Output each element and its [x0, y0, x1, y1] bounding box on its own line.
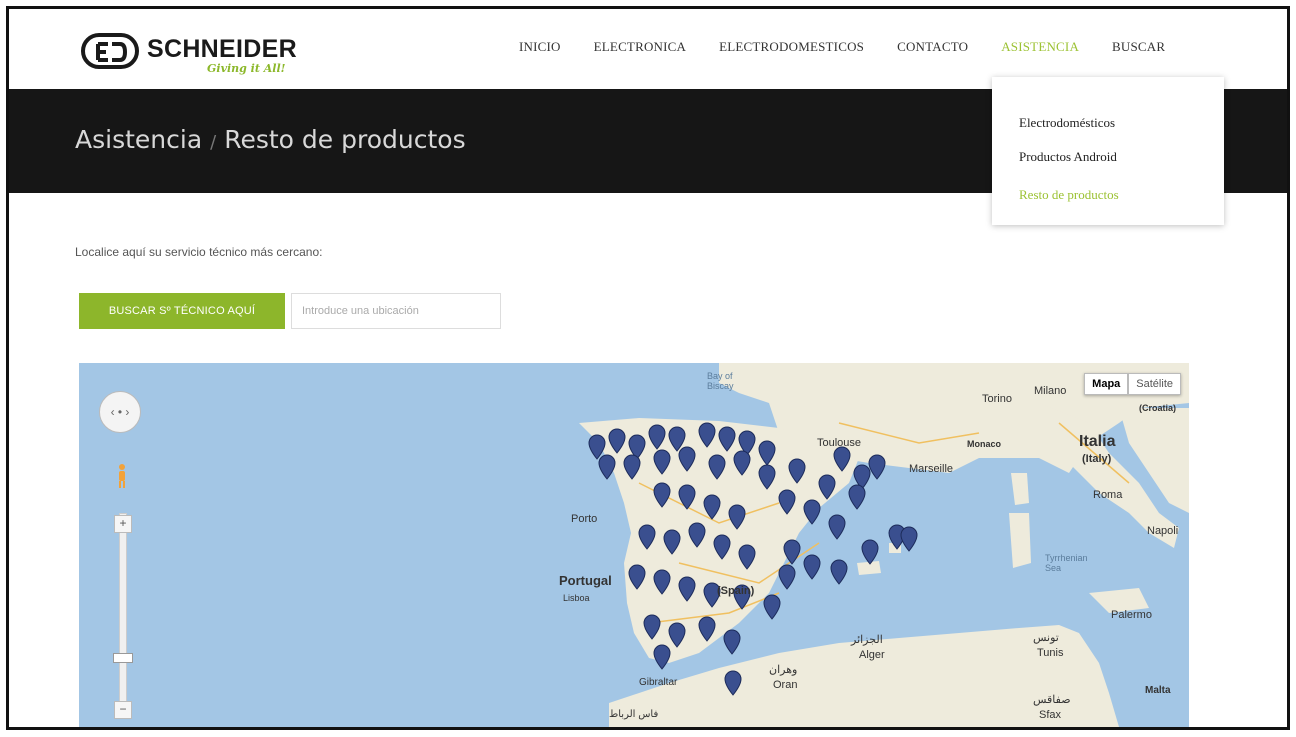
zoom-in-button[interactable]: + — [114, 515, 132, 533]
breadcrumb: Asistencia / Resto de productos — [75, 125, 466, 154]
nav-contacto[interactable]: CONTACTO — [897, 39, 968, 55]
nav-buscar[interactable]: BUSCAR — [1112, 39, 1165, 55]
map-label-porto: Porto — [571, 513, 598, 525]
map-label-milano: Milano — [1034, 385, 1067, 397]
search-technician-button[interactable]: BUSCAR Sº TÉCNICO AQUÍ — [79, 293, 285, 329]
map-label-portugal: Portugal — [559, 573, 612, 588]
dropdown-item-electrodomesticos[interactable]: Electrodomésticos — [1019, 115, 1115, 131]
map-label-sfax: Sfax — [1039, 709, 1062, 721]
pan-control-icon[interactable]: ‹ • › — [99, 391, 141, 433]
map-label-oran: Oran — [773, 679, 798, 691]
nav-asistencia[interactable]: ASISTENCIA — [1001, 39, 1079, 55]
map-label-bay: Bay of Biscay — [707, 371, 734, 391]
breadcrumb-current: Resto de productos — [224, 125, 466, 154]
map-label-italy: (Italy) — [1082, 453, 1112, 465]
nav-electronica[interactable]: ELECTRONICA — [594, 39, 686, 55]
pegman-icon[interactable] — [117, 463, 127, 489]
map-label-tunis: Tunis — [1037, 647, 1064, 659]
map-label-rabat-ar: فاس الرباط — [609, 709, 659, 720]
logo[interactable]: SCHNEIDER Giving it All! — [81, 31, 301, 75]
zoom-out-button[interactable]: − — [114, 701, 132, 719]
map-label-italia: Italia — [1079, 433, 1116, 450]
main-nav: INICIO ELECTRONICA ELECTRODOMESTICOS CON… — [519, 39, 1198, 55]
map-label-marseille: Marseille — [909, 463, 954, 475]
map-label-palermo: Palermo — [1111, 609, 1152, 621]
nav-inicio[interactable]: INICIO — [519, 39, 561, 55]
dropdown-item-android[interactable]: Productos Android — [1019, 149, 1117, 165]
map-label-lisboa: Lisboa — [563, 593, 590, 603]
map-label-toulouse: Toulouse — [817, 437, 862, 449]
map-type-map-button[interactable]: Mapa — [1084, 373, 1129, 395]
dropdown-item-resto[interactable]: Resto de productos — [1019, 187, 1119, 203]
map-label-tyrrhenian: Tyrrhenian Sea — [1045, 553, 1088, 573]
map-label-alger-ar: الجزائر — [851, 634, 883, 646]
logo-icon — [81, 33, 139, 69]
map-label-napoli: Napoli — [1147, 525, 1179, 537]
asistencia-dropdown: Electrodomésticos Productos Android Rest… — [992, 77, 1224, 225]
map-label-alger: Alger — [859, 649, 885, 661]
zoom-slider-track[interactable] — [119, 513, 127, 710]
map-label-spain: (Spain) — [717, 585, 755, 597]
map-type-control: Mapa Satélite — [1084, 373, 1181, 395]
breadcrumb-separator: / — [210, 132, 217, 153]
map-base — [579, 363, 1189, 727]
map-label-gibraltar: Gibraltar — [639, 677, 678, 688]
map-label-oran-ar: وهران — [769, 664, 798, 676]
map-label-sfax-ar: صفاقس — [1033, 694, 1071, 706]
map-label-roma: Roma — [1093, 489, 1123, 501]
map-type-satellite-button[interactable]: Satélite — [1128, 373, 1181, 395]
map-label-torino: Torino — [982, 393, 1012, 405]
nav-electrodomesticos[interactable]: ELECTRODOMESTICOS — [719, 39, 864, 55]
map-label-malta: Malta — [1145, 685, 1171, 696]
breadcrumb-section[interactable]: Asistencia — [75, 125, 202, 154]
brand-tagline: Giving it All! — [207, 62, 286, 75]
browser-frame: SCHNEIDER Giving it All! INICIO ELECTRON… — [6, 6, 1290, 730]
map-label-monaco: Monaco — [967, 439, 1002, 449]
service-map[interactable]: Bay of Biscay Toulouse Monaco Marseille … — [79, 363, 1189, 727]
map-label-croatia: (Croatia) — [1139, 403, 1177, 413]
location-input[interactable]: Introduce una ubicación — [291, 293, 501, 329]
zoom-slider-handle[interactable] — [113, 653, 133, 663]
brand-name: SCHNEIDER — [147, 35, 297, 63]
intro-text: Localice aquí su servicio técnico más ce… — [75, 245, 323, 259]
map-label-tunis-ar: تونس — [1033, 632, 1059, 644]
